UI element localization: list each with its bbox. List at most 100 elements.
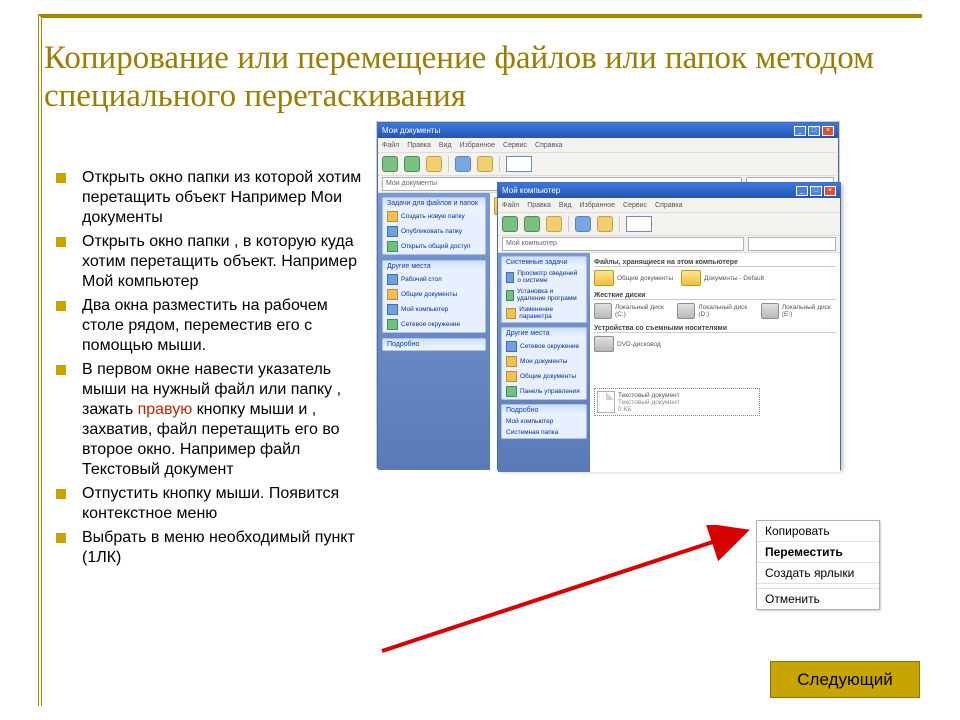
panel-item: Системная папка — [502, 427, 586, 438]
sidebar-tasks: Системные задачи Просмотр сведений о сис… — [498, 253, 590, 472]
document-icon — [597, 391, 615, 413]
group-header: Файлы, хранящиеся на этом компьютере — [594, 259, 836, 267]
panel-item[interactable]: Установка и удаление программ — [502, 286, 586, 304]
bullet-icon — [56, 533, 66, 543]
minimize-button[interactable]: _ — [794, 126, 806, 136]
bullet-icon — [56, 365, 66, 375]
separator — [619, 216, 620, 232]
slide-title: Копирование или перемещение файлов или п… — [44, 40, 924, 116]
panel-item[interactable]: Просмотр сведений о системе — [502, 268, 586, 286]
up-icon[interactable] — [426, 156, 442, 172]
address-field[interactable]: Мой компьютер — [502, 237, 744, 251]
bullet-icon — [56, 173, 66, 183]
menu-item[interactable]: Вид — [439, 142, 452, 149]
close-button[interactable]: × — [822, 126, 834, 136]
drive-icon — [677, 303, 695, 319]
places-panel: Другие места Сетевое окружение Мои докум… — [501, 327, 587, 400]
bullet-item: Открыть окно папки из которой хотим пере… — [56, 168, 372, 228]
separator — [448, 156, 449, 172]
tasks-panel: Задачи для файлов и папок Создать новую … — [382, 197, 486, 255]
menu-item-copy[interactable]: Копировать — [757, 521, 879, 542]
panel-item[interactable]: Изменение параметра — [502, 304, 586, 322]
menu-item[interactable]: Правка — [407, 142, 431, 149]
bullet-text: Два окна разместить на рабочем столе ряд… — [82, 296, 372, 356]
go-field[interactable] — [748, 237, 836, 251]
bullet-item: В первом окне навести указатель мыши на … — [56, 360, 372, 480]
drive-icon — [594, 303, 612, 319]
toolbar — [378, 153, 838, 176]
drive-item[interactable]: Локальный диск (C:) — [594, 303, 669, 319]
titlebar: Мои документы _ □ × — [378, 123, 838, 138]
panel-header: Другие места — [383, 261, 485, 272]
search-icon[interactable] — [455, 156, 471, 172]
next-button-label: Следующий — [797, 670, 892, 690]
panel-item[interactable]: Сетевое окружение — [383, 317, 485, 332]
menu-item[interactable]: Справка — [655, 202, 682, 209]
panel-item[interactable]: Рабочий стол — [383, 272, 485, 287]
view-toggle[interactable] — [626, 216, 652, 232]
panel-item[interactable]: Сетевое окружение — [502, 339, 586, 354]
folder-item[interactable]: Документы - Default — [681, 270, 764, 286]
places-panel: Другие места Рабочий стол Общие документ… — [382, 260, 486, 333]
menu-item-cancel[interactable]: Отменить — [757, 589, 879, 609]
file-name: Текстовый документ — [618, 392, 680, 399]
window-title: Мой компьютер — [502, 186, 560, 195]
panel-item[interactable]: Опубликовать папку — [383, 224, 485, 239]
menu-item[interactable]: Справка — [535, 142, 562, 149]
menu-item[interactable]: Файл — [382, 142, 399, 149]
maximize-button[interactable]: □ — [808, 126, 820, 136]
menu-item-move[interactable]: Переместить — [757, 542, 879, 563]
menu-item[interactable]: Избранное — [460, 142, 495, 149]
panel-item[interactable]: Мои документы — [502, 354, 586, 369]
dragged-file[interactable]: Текстовый документ Текстовый документ 0 … — [594, 388, 760, 416]
drive-icon — [761, 303, 779, 319]
folders-icon[interactable] — [597, 216, 613, 232]
forward-icon[interactable] — [524, 216, 540, 232]
panel-item[interactable]: Панель управления — [502, 384, 586, 399]
titlebar: Мой компьютер _ □ × — [498, 183, 840, 198]
bullet-list: Открыть окно папки из которой хотим пере… — [56, 168, 372, 572]
minimize-button[interactable]: _ — [796, 186, 808, 196]
maximize-button[interactable]: □ — [810, 186, 822, 196]
back-icon[interactable] — [382, 156, 398, 172]
group-header: Жесткие диски — [594, 292, 836, 300]
screenshot-composite: Мои документы _ □ × Файл Правка Вид Избр… — [376, 121, 840, 469]
menu-item[interactable]: Правка — [527, 202, 551, 209]
bullet-text: Выбрать в меню необходимый пункт (1ЛК) — [82, 528, 372, 568]
panel-item[interactable]: Открыть общий доступ — [383, 239, 485, 254]
menu-item[interactable]: Избранное — [580, 202, 615, 209]
panel-header: Другие места — [502, 328, 586, 339]
panel-header: Подробно — [502, 405, 586, 416]
folders-icon[interactable] — [477, 156, 493, 172]
folder-item[interactable]: Общие документы — [594, 270, 673, 286]
menu-item[interactable]: Вид — [559, 202, 572, 209]
close-button[interactable]: × — [824, 186, 836, 196]
menu-item[interactable]: Сервис — [623, 202, 647, 209]
drive-item[interactable]: DVD-дисковод — [594, 336, 661, 352]
back-icon[interactable] — [502, 216, 518, 232]
bullet-icon — [56, 237, 66, 247]
system-tasks-panel: Системные задачи Просмотр сведений о сис… — [501, 256, 587, 323]
menubar: Файл Правка Вид Избранное Сервис Справка — [378, 138, 838, 153]
panel-item[interactable]: Мой компьютер — [383, 302, 485, 317]
separator — [499, 156, 500, 172]
bullet-item: Выбрать в меню необходимый пункт (1ЛК) — [56, 528, 372, 568]
bullet-text: Открыть окно папки из которой хотим пере… — [82, 168, 372, 228]
panel-item[interactable]: Общие документы — [502, 369, 586, 384]
window-title: Мои документы — [382, 126, 440, 135]
menu-item[interactable]: Сервис — [503, 142, 527, 149]
next-button[interactable]: Следующий — [770, 661, 920, 698]
search-icon[interactable] — [575, 216, 591, 232]
forward-icon[interactable] — [404, 156, 420, 172]
panel-item: Мой компьютер — [502, 416, 586, 427]
window-my-computer: Мой компьютер _ □ × Файл Правка Вид Избр… — [497, 182, 841, 470]
menu-item[interactable]: Файл — [502, 202, 519, 209]
panel-item[interactable]: Общие документы — [383, 287, 485, 302]
view-toggle[interactable] — [506, 156, 532, 172]
bullet-icon — [56, 489, 66, 499]
drive-item[interactable]: Локальный диск (E:) — [761, 303, 836, 319]
drive-item[interactable]: Локальный диск (D:) — [677, 303, 752, 319]
panel-item[interactable]: Создать новую папку — [383, 209, 485, 224]
up-icon[interactable] — [546, 216, 562, 232]
menu-item-shortcut[interactable]: Создать ярлыки — [757, 563, 879, 584]
